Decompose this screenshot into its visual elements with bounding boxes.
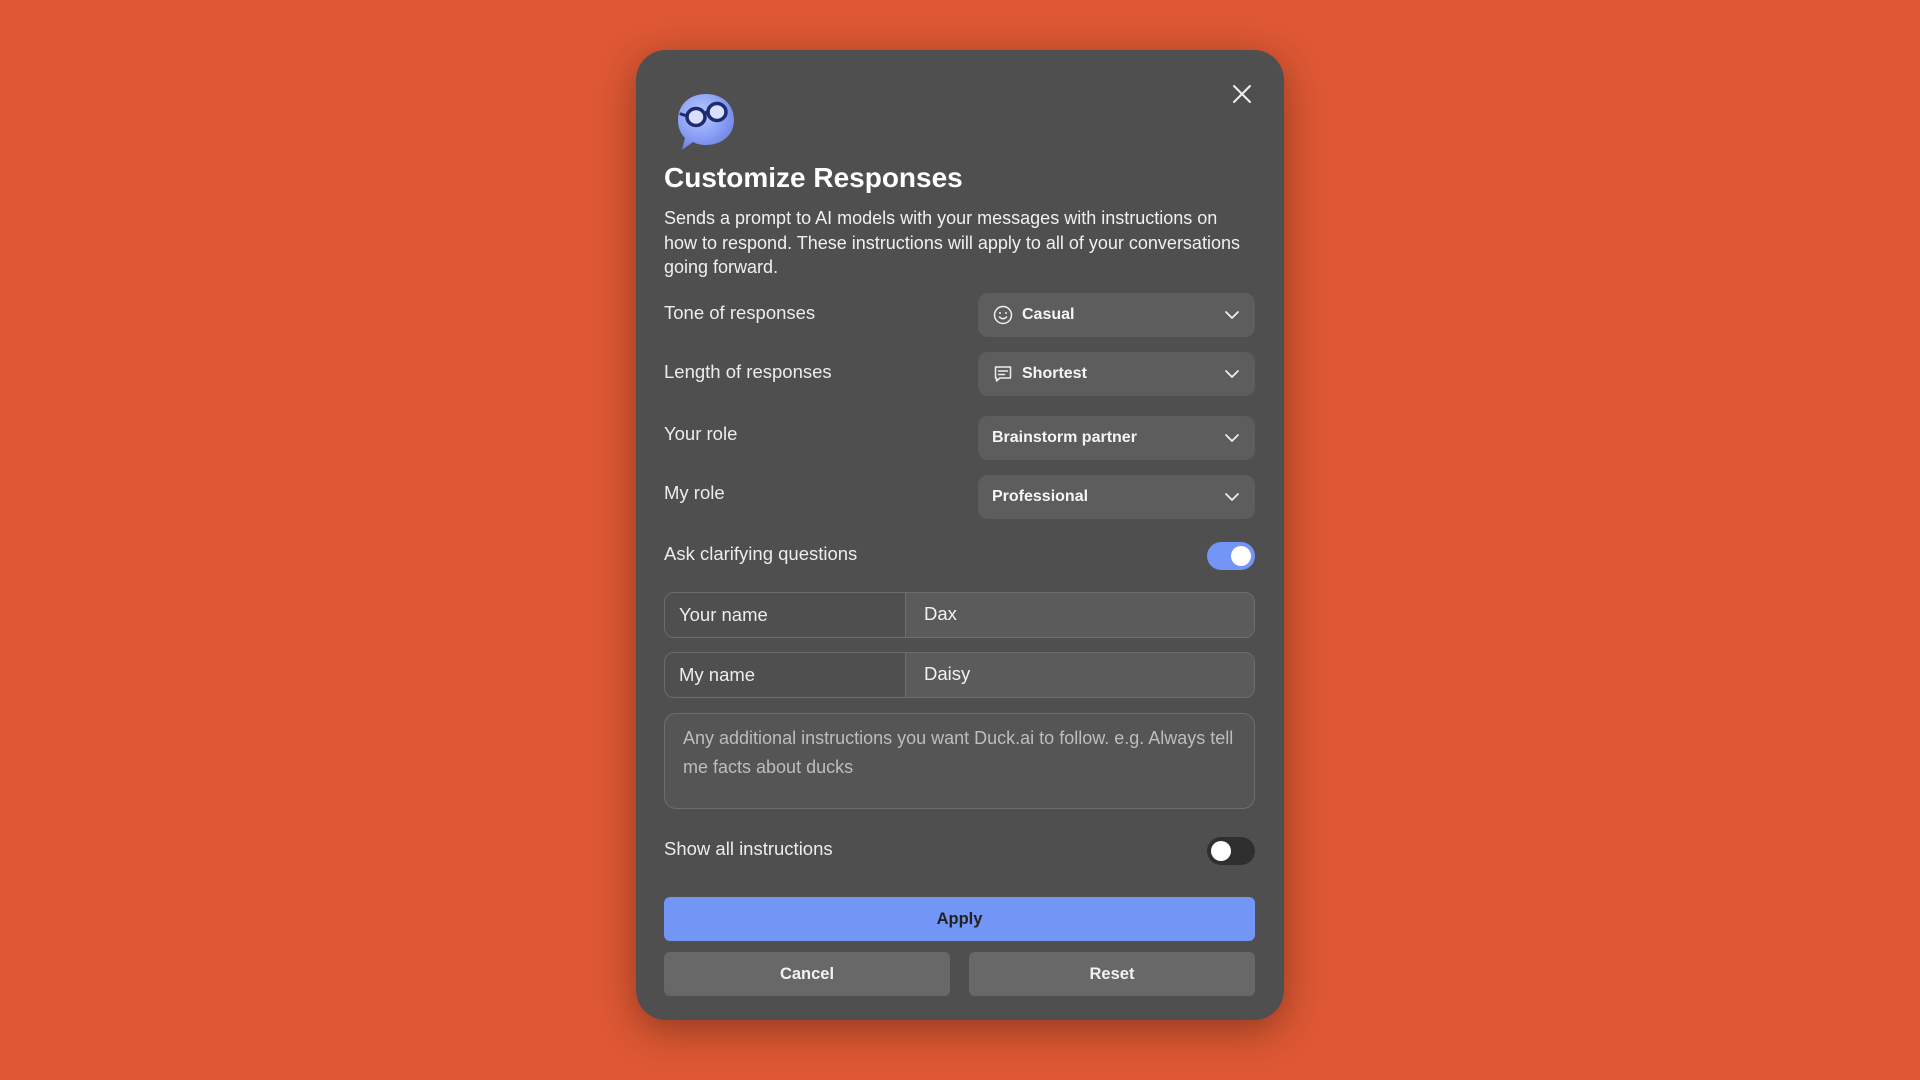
toggle-knob	[1231, 546, 1251, 566]
tone-label: Tone of responses	[664, 302, 816, 323]
message-icon	[992, 363, 1014, 385]
chevron-down-icon	[1223, 488, 1241, 506]
my-name-input[interactable]	[906, 653, 1254, 697]
your-role-select[interactable]: Brainstorm partner	[978, 416, 1255, 460]
my-name-label: My name	[665, 653, 906, 697]
toggle-knob	[1211, 841, 1231, 861]
my-role-label: My role	[664, 482, 725, 503]
show-all-instructions-label: Show all instructions	[664, 838, 833, 859]
your-name-field: Your name	[664, 592, 1255, 638]
smiley-icon	[992, 304, 1014, 326]
length-value: Shortest	[1022, 365, 1087, 382]
cancel-button[interactable]: Cancel	[664, 952, 950, 996]
your-role-label: Your role	[664, 423, 738, 444]
your-name-input[interactable]	[906, 593, 1254, 637]
my-role-select[interactable]: Professional	[978, 475, 1255, 519]
your-role-value: Brainstorm partner	[992, 429, 1137, 446]
chevron-down-icon	[1223, 429, 1241, 447]
close-icon	[1232, 84, 1252, 109]
chevron-down-icon	[1223, 365, 1241, 383]
tone-select[interactable]: Casual	[978, 293, 1255, 337]
dialog-description: Sends a prompt to AI models with your me…	[664, 208, 1240, 277]
apply-button[interactable]: Apply	[664, 897, 1255, 941]
clarifying-questions-label: Ask clarifying questions	[664, 543, 858, 564]
show-all-instructions-toggle[interactable]	[1207, 837, 1255, 865]
my-role-value: Professional	[992, 488, 1089, 505]
dialog-title: Customize Responses	[664, 162, 963, 193]
tone-value: Casual	[1022, 306, 1075, 323]
clarifying-questions-toggle[interactable]	[1207, 542, 1255, 570]
your-name-label: Your name	[665, 593, 906, 637]
close-button[interactable]	[1226, 80, 1258, 112]
length-label: Length of responses	[664, 361, 832, 382]
chevron-down-icon	[1223, 306, 1241, 324]
duck-ai-logo-icon	[674, 90, 738, 154]
additional-instructions-textarea[interactable]	[664, 713, 1255, 809]
customize-responses-dialog: Customize Responses Sends a prompt to AI…	[636, 50, 1284, 1020]
reset-button[interactable]: Reset	[969, 952, 1255, 996]
length-select[interactable]: Shortest	[978, 352, 1255, 396]
my-name-field: My name	[664, 652, 1255, 698]
